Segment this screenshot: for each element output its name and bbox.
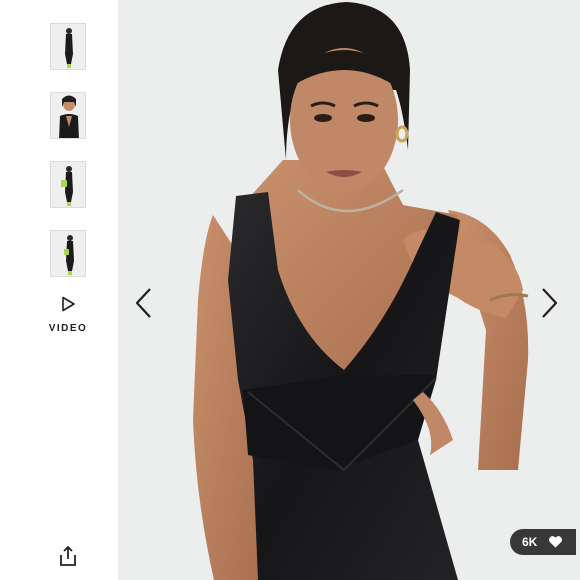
thumbnail-1-image bbox=[51, 24, 85, 69]
thumbnail-4[interactable] bbox=[50, 230, 86, 277]
thumbnail-2[interactable] bbox=[50, 92, 86, 139]
chevron-left-icon bbox=[135, 288, 151, 318]
previous-image-button[interactable] bbox=[133, 286, 155, 320]
thumbnail-4-image bbox=[51, 231, 85, 276]
share-icon bbox=[60, 546, 76, 566]
video-button[interactable]: VIDEO bbox=[44, 295, 92, 339]
likes-count: 6K bbox=[522, 535, 538, 549]
thumbnail-3[interactable] bbox=[50, 161, 86, 208]
likes-badge[interactable]: 6K bbox=[510, 529, 576, 555]
next-image-button[interactable] bbox=[538, 286, 560, 320]
product-photo bbox=[118, 0, 580, 580]
video-label: VIDEO bbox=[48, 323, 88, 334]
main-product-image[interactable] bbox=[118, 0, 580, 580]
thumbnail-1[interactable] bbox=[50, 23, 86, 70]
chevron-right-icon bbox=[542, 288, 558, 318]
share-button[interactable] bbox=[58, 545, 78, 567]
thumbnail-3-image bbox=[51, 162, 85, 207]
thumbnail-2-image bbox=[51, 93, 85, 138]
thumbnail-rail: VIDEO bbox=[0, 0, 118, 580]
play-icon bbox=[62, 296, 75, 312]
heart-icon bbox=[549, 536, 562, 548]
